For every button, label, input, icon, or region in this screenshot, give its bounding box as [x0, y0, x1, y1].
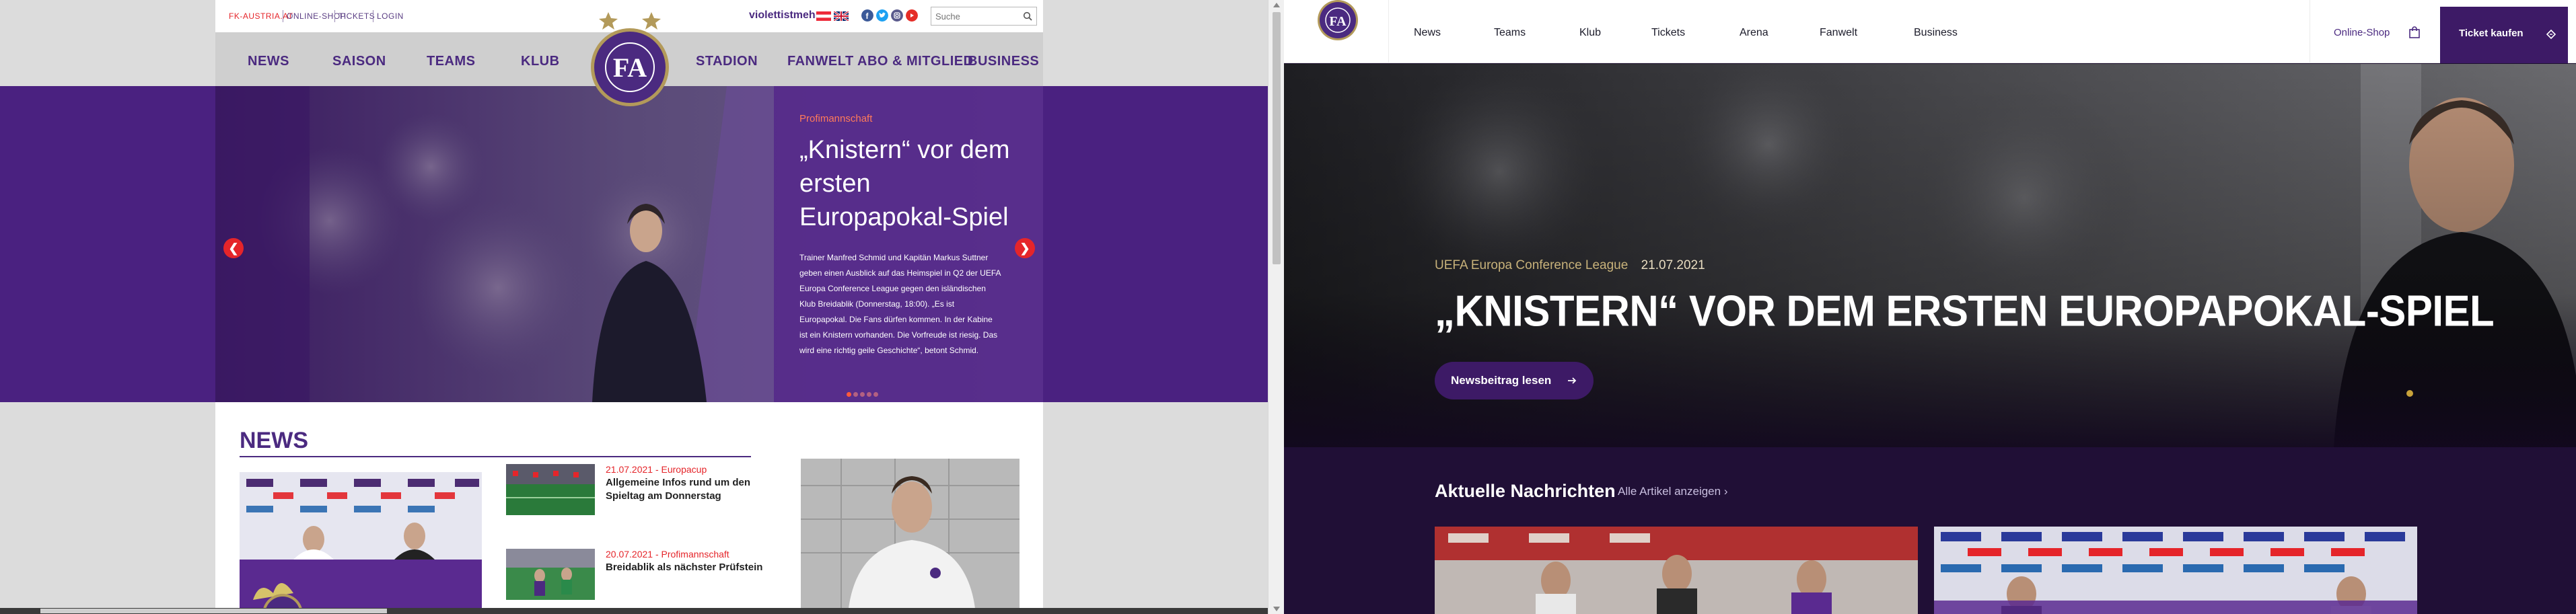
hero-backdrop-left	[0, 86, 215, 402]
instagram-icon[interactable]	[891, 9, 903, 22]
slider-dot[interactable]	[853, 392, 858, 397]
scrollbar-thumb[interactable]	[1273, 12, 1281, 264]
flag-austria-icon[interactable]	[816, 11, 831, 21]
old-hero-slider: Profimannschaft „Knistern“ vor dem erste…	[215, 86, 1043, 402]
slider-dot[interactable]	[2406, 390, 2413, 397]
nav-klub[interactable]: Klub	[1579, 27, 1601, 39]
nav-fanwelt[interactable]: FANWELT	[787, 54, 854, 69]
news-item-title[interactable]: Breidablik als nächster Prüfstein	[606, 561, 767, 574]
news-item-title[interactable]: Allgemeine Infos rund um den Spieltag am…	[606, 476, 767, 503]
topbar-link-tickets[interactable]: TICKETS	[338, 11, 375, 21]
news-card-image-press[interactable]	[1934, 527, 2417, 614]
old-site-horizontal-scrollbar[interactable]	[0, 608, 1268, 614]
shopping-bag-icon[interactable]	[2408, 26, 2421, 39]
topbar-link-login[interactable]: LOGIN	[377, 11, 404, 21]
slider-dot[interactable]	[867, 392, 871, 397]
old-news-section: NEWS 21.07.2021 - Europacup Allgemeine I…	[215, 402, 1043, 614]
slider-dot[interactable]	[847, 392, 851, 397]
slider-dots	[847, 388, 880, 400]
hero-meta: UEFA Europa Conference League 21.07.2021	[1435, 258, 1705, 273]
news-item-meta: 21.07.2021 - Europacup	[606, 464, 707, 475]
slider-next-button[interactable]: ❯	[1015, 238, 1035, 258]
newsbeitrag-lesen-button[interactable]: Newsbeitrag lesen	[1435, 362, 1594, 399]
topbar-link-fk-austria[interactable]: FK-AUSTRIA.AT	[229, 11, 293, 21]
hero-backdrop-right	[1043, 86, 1268, 402]
new-site-header: FA News Teams Klub Tickets Arena Fanwelt…	[1284, 0, 2576, 63]
nav-tickets[interactable]: Tickets	[1651, 27, 1685, 39]
nav-saison[interactable]: SAISON	[332, 54, 386, 69]
nav-business[interactable]: BUSINESS	[968, 54, 1039, 69]
jersey-ad-banner[interactable]	[801, 459, 1019, 614]
header-divider	[1388, 0, 1389, 63]
ticket-kaufen-label: Ticket kaufen	[2459, 28, 2524, 39]
scroll-down-arrow-icon[interactable]	[1273, 607, 1280, 611]
topbar-link-online-shop[interactable]: ONLINE-SHOP	[287, 11, 346, 21]
nav-fanwelt[interactable]: Fanwelt	[1820, 27, 1857, 39]
search-input[interactable]	[935, 10, 1016, 22]
ticket-kaufen-button[interactable]: Ticket kaufen	[2440, 7, 2568, 63]
slider-dot[interactable]	[860, 392, 865, 397]
hero-category[interactable]: Profimannschaft	[799, 113, 872, 124]
chevron-right-icon: ›	[1723, 485, 1728, 498]
news-main-image[interactable]	[240, 472, 482, 614]
svg-text:FA: FA	[613, 52, 647, 83]
old-site-window: FK-AUSTRIA.AT ONLINE-SHOP TICKETS LOGIN …	[0, 0, 1268, 614]
flag-uk-icon[interactable]	[834, 11, 849, 21]
nav-news[interactable]: NEWS	[248, 54, 289, 69]
nav-stadion[interactable]: STADION	[696, 54, 758, 69]
hero-title[interactable]: „Knistern“ vor dem ersten Europapokal-Sp…	[799, 133, 1022, 234]
new-hero-banner: UEFA Europa Conference League 21.07.2021…	[1284, 64, 2576, 447]
news-title-rule	[240, 456, 751, 457]
scroll-up-arrow-icon[interactable]	[1273, 3, 1280, 7]
austria-wien-crest-logo[interactable]: FA	[587, 5, 673, 106]
youtube-icon[interactable]	[906, 9, 918, 22]
online-shop-link[interactable]: Online-Shop	[2334, 27, 2390, 38]
news-section-title: Aktuelle Nachrichten	[1435, 481, 1616, 501]
nav-teams[interactable]: TEAMS	[427, 54, 476, 69]
nav-klub[interactable]: KLUB	[521, 54, 560, 69]
twitter-icon[interactable]	[876, 9, 888, 22]
nav-arena[interactable]: Arena	[1740, 27, 1768, 39]
austria-wien-logo[interactable]: FA	[1315, 0, 1361, 43]
all-articles-link[interactable]: Alle Artikel anzeigen ›	[1618, 485, 1728, 498]
svg-text:FA: FA	[1329, 14, 1347, 29]
news-section: Aktuelle Nachrichten Alle Artikel anzeig…	[1284, 447, 2576, 614]
news-thumb-match[interactable]	[506, 549, 595, 600]
nav-abo-mitglied[interactable]: ABO & MITGLIED	[857, 54, 974, 69]
news-card-image-match[interactable]	[1435, 527, 1918, 614]
slider-prev-button[interactable]: ❮	[223, 238, 244, 258]
search-box[interactable]	[931, 7, 1037, 26]
news-section-title: NEWS	[240, 428, 308, 453]
hero-date: 21.07.2021	[1641, 258, 1705, 272]
all-articles-label: Alle Artikel anzeigen	[1618, 485, 1721, 498]
hero-title[interactable]: „KNISTERN“ VOR DEM ERSTEN EUROPAPOKAL-SP…	[1435, 286, 2495, 336]
hero-category[interactable]: UEFA Europa Conference League	[1435, 258, 1628, 272]
nav-news[interactable]: News	[1414, 27, 1441, 39]
arrow-right-icon	[1568, 377, 1577, 384]
ticket-icon	[2546, 29, 2556, 40]
facebook-icon[interactable]: f	[861, 9, 873, 22]
brand-slogan[interactable]: violettistmehr	[749, 9, 820, 22]
hero-teaser: Trainer Manfred Schmid und Kapitän Marku…	[799, 253, 1001, 355]
search-icon[interactable]	[1023, 11, 1032, 21]
newsbeitrag-lesen-label: Newsbeitrag lesen	[1451, 374, 1552, 387]
new-site-window: FA News Teams Klub Tickets Arena Fanwelt…	[1284, 0, 2576, 614]
news-item-meta: 20.07.2021 - Profimannschaft	[606, 549, 729, 560]
slider-dot[interactable]	[873, 392, 878, 397]
old-site-scrollbar[interactable]	[1268, 0, 1284, 614]
nav-teams[interactable]: Teams	[1494, 27, 1526, 39]
topbar-divider	[334, 10, 335, 22]
horizontal-scrollbar-thumb[interactable]	[40, 609, 387, 613]
nav-business[interactable]: Business	[1914, 27, 1958, 39]
news-thumb-stadium[interactable]	[506, 464, 595, 515]
